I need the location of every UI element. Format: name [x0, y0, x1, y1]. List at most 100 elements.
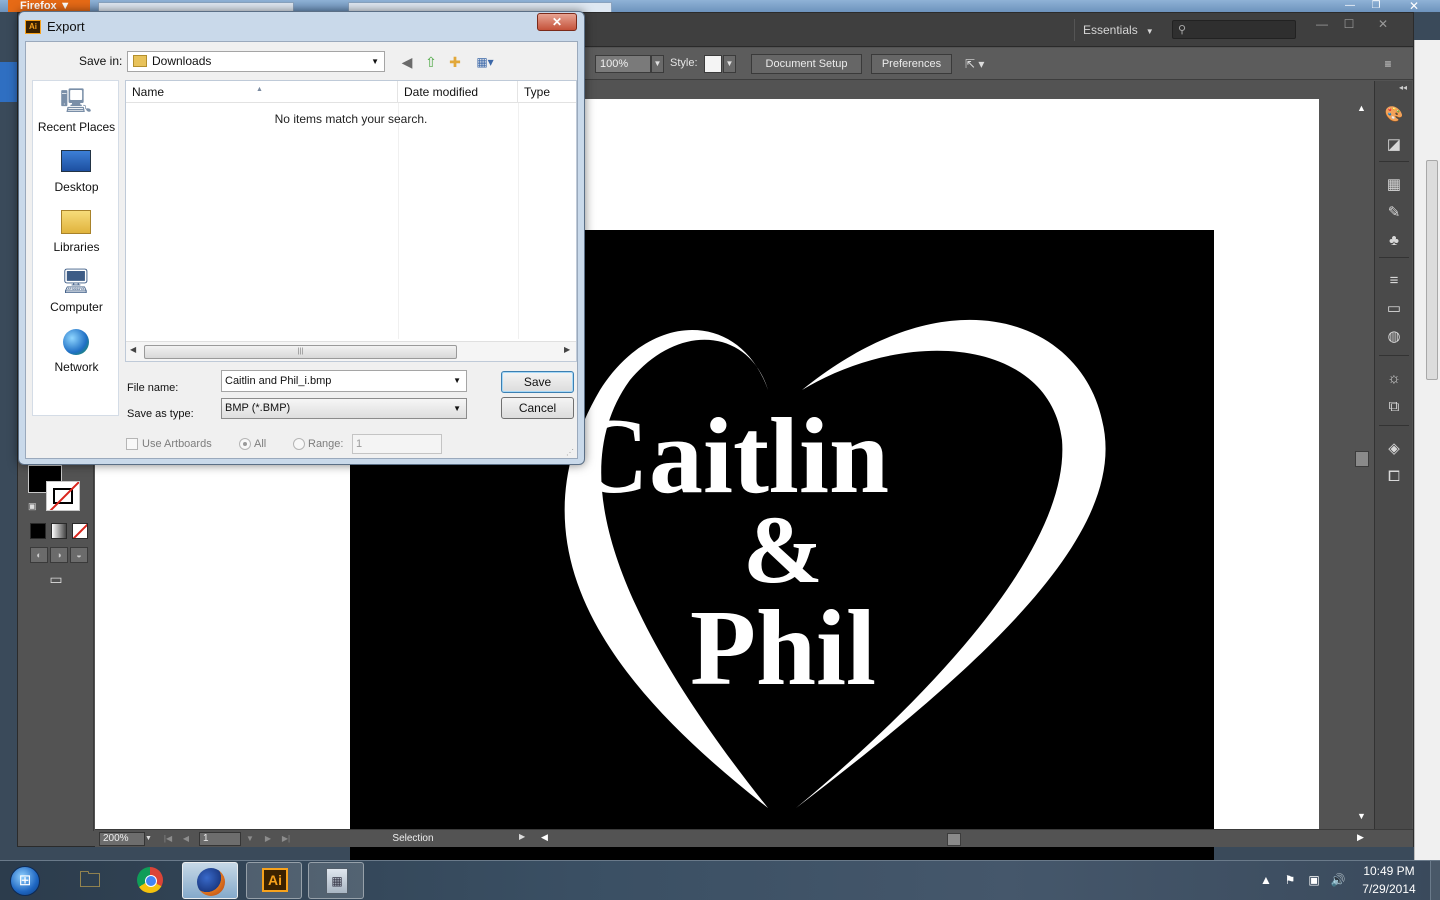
file-list-horizontal-scrollbar[interactable]: ◀ ||| ▶	[126, 341, 576, 361]
next-artboard-icon[interactable]: ▶	[261, 832, 275, 846]
workspace-switcher[interactable]: Essentials ▼	[1074, 19, 1162, 41]
screen-mode-icon[interactable]: ▭	[44, 571, 68, 589]
view-menu-icon[interactable]: ▦▾	[472, 53, 498, 71]
file-list-scroll-thumb[interactable]: |||	[144, 345, 457, 359]
dialog-titlebar[interactable]: Ai Export ✕	[19, 12, 584, 42]
illustrator-close-button[interactable]: ✕	[1370, 15, 1396, 33]
collapse-panels-icon[interactable]: ◂◂	[1399, 83, 1407, 92]
scroll-up-icon[interactable]: ▲	[1357, 103, 1366, 113]
first-artboard-icon[interactable]: |◀	[161, 832, 175, 846]
use-artboards-checkbox[interactable]: Use Artboards	[124, 436, 244, 452]
place-network[interactable]: Network	[33, 325, 120, 381]
previous-artboard-icon[interactable]: ◀	[179, 832, 193, 846]
range-radio[interactable]: Range:	[292, 436, 352, 452]
brushes-icon[interactable]: ✎	[1383, 203, 1405, 223]
column-name[interactable]: Name ▲	[126, 81, 398, 103]
all-radio[interactable]: All	[238, 436, 278, 452]
column-type[interactable]: Type	[518, 81, 576, 103]
graphic-styles-icon[interactable]: ⧉	[1383, 397, 1405, 417]
taskbar-firefox-button[interactable]	[182, 862, 238, 899]
gradient-mode-button[interactable]	[51, 523, 67, 539]
swatches-icon[interactable]: ▦	[1383, 175, 1405, 195]
status-menu-icon[interactable]: ▶	[519, 832, 525, 841]
scroll-left-icon[interactable]: ◀	[130, 345, 136, 354]
stroke-panel-icon[interactable]: ≡	[1383, 271, 1405, 291]
radio-button[interactable]	[293, 438, 305, 450]
preferences-button[interactable]: Preferences	[871, 54, 952, 74]
color-mode-button[interactable]	[30, 523, 46, 539]
zoom-level-input[interactable]: 200%	[99, 832, 145, 846]
opacity-input[interactable]: 100%	[595, 55, 651, 73]
scroll-right-icon[interactable]: ▶	[564, 345, 570, 354]
taskbar-chrome-button[interactable]	[122, 862, 178, 899]
show-desktop-button[interactable]	[1430, 861, 1440, 900]
status-text[interactable]: Selection	[315, 832, 511, 846]
canvas-vertical-scroll-thumb[interactable]	[1355, 451, 1369, 467]
taskbar-explorer-button[interactable]: 🗀	[62, 862, 118, 899]
graphic-style-swatch[interactable]	[704, 55, 722, 73]
artboards-icon[interactable]: ⧠	[1383, 467, 1405, 487]
artboard-number-input[interactable]: 1	[199, 832, 241, 846]
volume-icon[interactable]: 🔊	[1330, 872, 1346, 888]
save-as-type-dropdown[interactable]: BMP (*.BMP) ▼	[221, 398, 467, 419]
color-guide-icon[interactable]: ◪	[1383, 135, 1405, 155]
zoom-dropdown-icon[interactable]: ▼	[145, 832, 155, 846]
file-list[interactable]: Name ▲ Date modified Type No items match …	[125, 80, 577, 362]
clock-date[interactable]: 7/29/2014	[1354, 882, 1424, 896]
gradient-panel-icon[interactable]: ▭	[1383, 299, 1405, 319]
arrange-documents-icon[interactable]: ⇱ ▾	[965, 55, 999, 73]
place-libraries[interactable]: Libraries	[33, 205, 120, 261]
scroll-down-icon[interactable]: ▼	[1357, 811, 1366, 821]
artboard-dropdown-icon[interactable]: ▼	[243, 832, 257, 846]
up-folder-icon[interactable]: ⇧	[422, 53, 440, 71]
help-search-input[interactable]: ⚲	[1172, 20, 1296, 39]
scroll-right-icon[interactable]: ▶	[1357, 832, 1364, 843]
network-status-icon[interactable]: ▣	[1306, 872, 1322, 888]
chevron-down-icon[interactable]: ▼	[453, 371, 461, 391]
resize-grip-icon[interactable]: ⋰	[566, 448, 576, 458]
place-desktop[interactable]: Desktop	[33, 145, 120, 201]
clock-time[interactable]: 10:49 PM	[1354, 864, 1424, 878]
back-arrow-icon[interactable]: ◀	[398, 53, 416, 71]
draw-normal-icon[interactable]: ◐	[30, 547, 48, 563]
browser-minimize-button[interactable]: —	[1340, 0, 1360, 12]
draw-behind-icon[interactable]: ◑	[50, 547, 68, 563]
panel-menu-icon[interactable]: ≡	[1378, 55, 1398, 73]
radio-button[interactable]	[239, 438, 251, 450]
opacity-dropdown-icon[interactable]: ▼	[651, 55, 664, 73]
dialog-close-button[interactable]: ✕	[537, 13, 577, 31]
canvas-horizontal-scroll-thumb[interactable]	[947, 833, 961, 846]
save-button[interactable]: Save	[501, 371, 574, 393]
color-panel-icon[interactable]: 🎨	[1383, 105, 1405, 125]
new-folder-icon[interactable]: ✚	[446, 53, 464, 71]
none-mode-button[interactable]	[72, 523, 88, 539]
illustrator-maximize-button[interactable]: ☐	[1336, 15, 1362, 33]
browser-close-button[interactable]: ✕	[1392, 0, 1436, 12]
place-computer[interactable]: 🖥 Computer	[33, 265, 120, 321]
appearance-icon[interactable]: ☼	[1383, 369, 1405, 389]
last-artboard-icon[interactable]: ▶|	[279, 832, 293, 846]
taskbar-calculator-button[interactable]: ▦	[308, 862, 364, 899]
default-colors-icon[interactable]: ▣	[28, 501, 40, 513]
place-recent-places[interactable]: 🖳 Recent Places	[33, 85, 120, 141]
column-date-modified[interactable]: Date modified	[398, 81, 518, 103]
range-input[interactable]: 1	[352, 434, 442, 454]
symbols-icon[interactable]: ♣	[1383, 231, 1405, 251]
browser-maximize-button[interactable]: ❐	[1366, 0, 1386, 12]
file-name-input[interactable]: Caitlin and Phil_i.bmp ▼	[221, 370, 467, 392]
cancel-button[interactable]: Cancel	[501, 397, 574, 419]
checkbox-box[interactable]	[126, 438, 138, 450]
show-hidden-icons-icon[interactable]: ▲	[1258, 872, 1274, 888]
browser-scroll-thumb[interactable]	[1426, 160, 1438, 380]
action-center-flag-icon[interactable]: ⚑	[1282, 872, 1298, 888]
scroll-left-icon[interactable]: ◀	[541, 832, 548, 843]
illustrator-minimize-button[interactable]: —	[1309, 15, 1335, 33]
taskbar-illustrator-button[interactable]: Ai	[246, 862, 302, 899]
style-dropdown-icon[interactable]: ▼	[723, 55, 736, 73]
start-button[interactable]: ⊞	[4, 863, 48, 899]
stroke-color-swatch[interactable]	[46, 481, 80, 511]
document-setup-button[interactable]: Document Setup	[751, 54, 862, 74]
transparency-icon[interactable]: ◍	[1383, 327, 1405, 347]
layers-icon[interactable]: ◈	[1383, 439, 1405, 459]
save-in-dropdown[interactable]: Downloads ▼	[127, 51, 385, 72]
